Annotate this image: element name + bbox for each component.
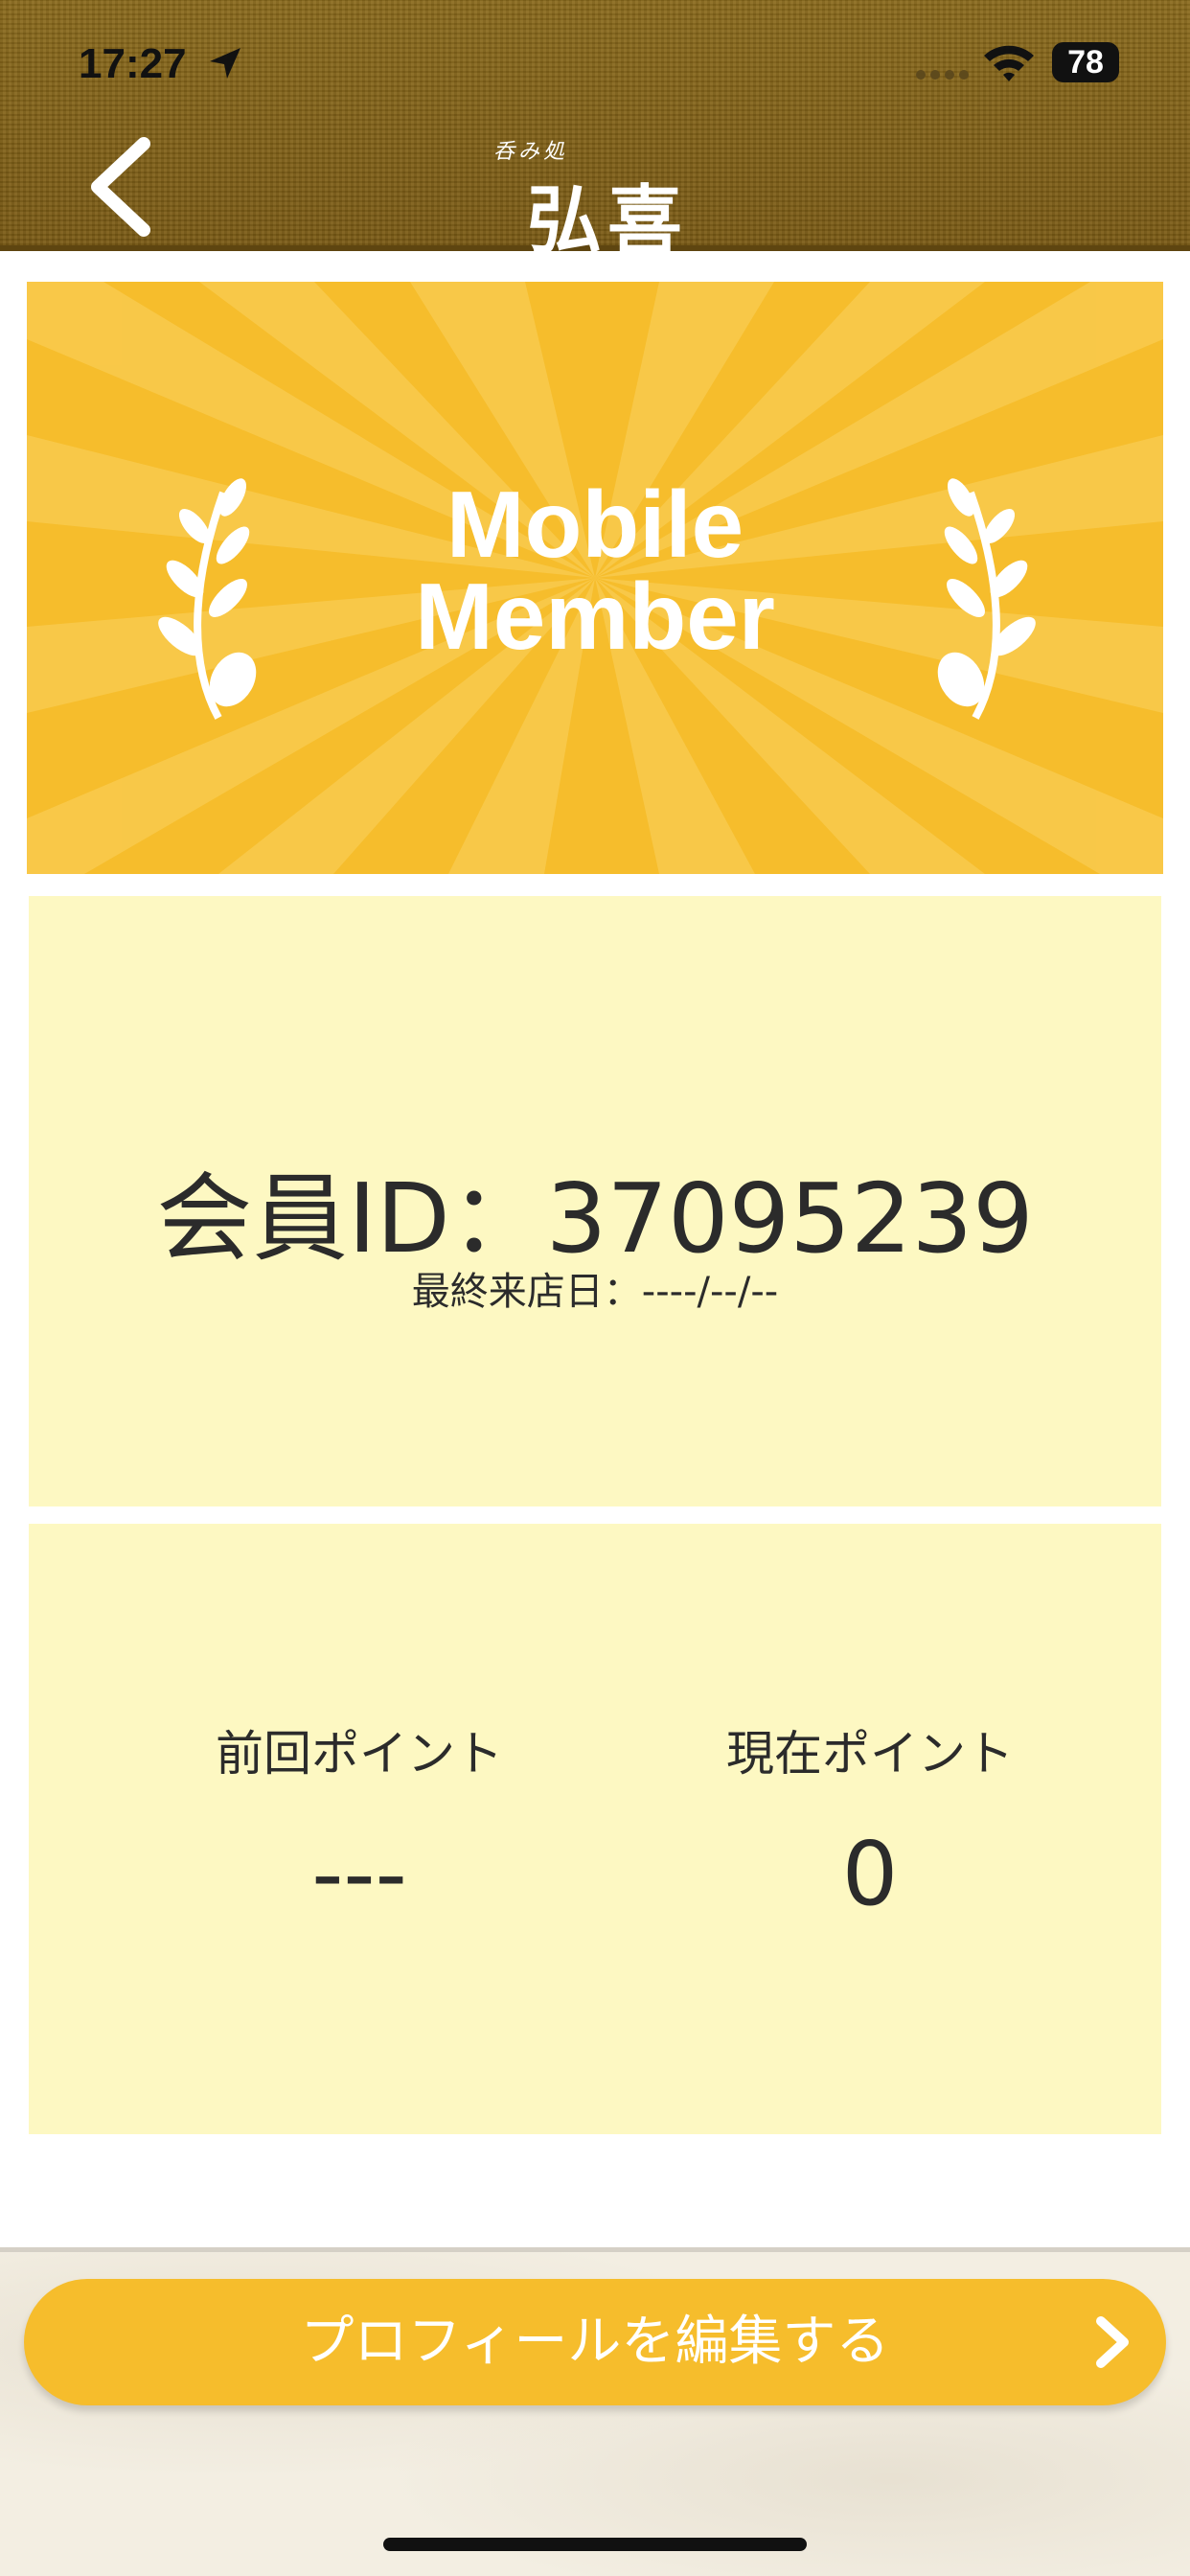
current-points: 現在ポイント 0 [630,1715,1110,1925]
banner-section: Mobile Member [0,251,1190,882]
banner-title-line1: Mobile [446,472,744,577]
previous-points-value: --- [311,1823,407,1925]
back-button[interactable] [86,134,163,240]
mobile-member-banner: Mobile Member [27,282,1163,874]
points-card: 前回ポイント --- 現在ポイント 0 [29,1524,1161,2134]
current-points-label: 現在ポイント [726,1726,1014,1782]
banner-title-line2: Member [415,564,775,669]
footer: プロフィールを編集する [0,2252,1190,2576]
home-indicator[interactable] [383,2538,807,2551]
battery-indicator: 78 [1052,42,1119,82]
location-arrow-icon [210,48,240,79]
laurel-right-icon [937,478,1036,720]
laurel-left-icon [158,478,257,720]
wifi-icon [984,45,1034,81]
status-time: 17:27 [79,40,187,87]
signal-icon [916,70,969,80]
app-header: 17:27 78 呑み処 弘喜 [0,0,1190,264]
banner-title: Mobile Member [314,472,876,669]
member-content: 会員ID：37095239 最終来店日：----/--/-- 前回ポイント --… [0,882,1190,2247]
member-id: 会員ID：37095239 [156,1162,1034,1275]
edit-profile-label: プロフィールを編集する [300,2311,890,2373]
last-visit-date: 最終来店日：----/--/-- [411,1270,779,1314]
member-id-card: 会員ID：37095239 最終来店日：----/--/-- [29,896,1161,1506]
restaurant-logo: 呑み処 弘喜 [489,132,719,264]
edit-profile-button[interactable]: プロフィールを編集する [24,2279,1166,2405]
current-points-value: 0 [841,1823,899,1925]
chevron-right-icon [1096,2316,1129,2368]
previous-points-label: 前回ポイント [216,1726,503,1782]
previous-points: 前回ポイント --- [120,1715,599,1925]
